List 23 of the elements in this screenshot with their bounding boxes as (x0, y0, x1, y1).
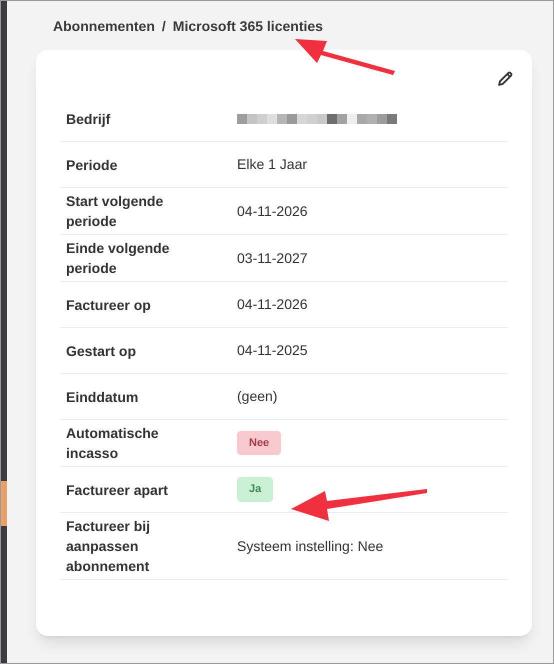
detail-value: Elke 1 Jaar (237, 155, 308, 174)
detail-label: Einddatum (66, 388, 140, 406)
detail-value: (geen) (237, 387, 278, 406)
detail-label: Bedrijf (66, 110, 112, 128)
detail-value: 04-11-2025 (237, 341, 308, 360)
detail-value: 04-11-2026 (237, 202, 308, 220)
detail-label: Periode (66, 156, 118, 174)
detail-value: 03-11-2027 (237, 248, 308, 268)
detail-value: Systeem instelling: Nee (237, 536, 384, 556)
detail-label: Factureer op (66, 296, 152, 314)
breadcrumb-current: Microsoft 365 licenties (172, 17, 323, 36)
breadcrumb-link[interactable]: Abonnementen (53, 16, 155, 37)
edit-pencil-icon[interactable] (497, 70, 514, 87)
detail-label: Start volgende periode (66, 192, 164, 231)
status-badge: Nee (237, 430, 282, 456)
detail-label: Einde volgende periode (66, 239, 170, 278)
detail-label: Gestart op (66, 342, 138, 360)
status-badge: Ja (237, 477, 274, 502)
detail-label: Factureer apart (66, 480, 169, 500)
detail-label: Automatische incasso (66, 424, 160, 463)
detail-value: 04-11-2026 (237, 295, 308, 314)
breadcrumb-separator: / (162, 17, 166, 36)
detail-label: Factureer bij aanpassen abonnement (66, 517, 152, 576)
